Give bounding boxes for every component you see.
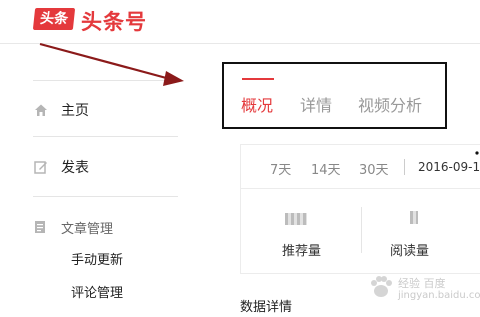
stats-panel: 7天 14天 30天 2016-09-17 推荐量 阅读量 bbox=[240, 144, 480, 274]
tab-video-analysis[interactable]: 视频分析 bbox=[358, 92, 422, 116]
date-filter-bar: 7天 14天 30天 2016-09-17 bbox=[241, 145, 480, 189]
date-picker[interactable]: 2016-09-17 bbox=[418, 160, 480, 174]
sidebar-divider bbox=[33, 136, 178, 137]
sidebar-subitem-manual-update[interactable]: 手动更新 bbox=[71, 249, 123, 268]
sidebar-item-home[interactable]: 主页 bbox=[33, 100, 89, 120]
tab-details[interactable]: 详情 bbox=[300, 92, 332, 116]
edit-icon bbox=[33, 159, 49, 175]
tabs-highlight-box: 概况 详情 视频分析 bbox=[222, 62, 447, 129]
home-icon bbox=[33, 102, 49, 118]
sidebar-divider bbox=[33, 196, 178, 197]
stat-value-blurred bbox=[285, 213, 307, 225]
watermark: 经验 百度 jingyan.baidu.com bbox=[368, 268, 480, 308]
date-option-7d[interactable]: 7天 bbox=[270, 159, 291, 178]
stat-label-recommend: 推荐量 bbox=[282, 244, 322, 259]
section-title: 数据详情 bbox=[240, 300, 293, 315]
sidebar-item-label: 主页 bbox=[61, 103, 89, 119]
sidebar-subitem-comment-manage[interactable]: 评论管理 bbox=[71, 282, 123, 301]
date-option-14d[interactable]: 14天 bbox=[311, 159, 341, 178]
sidebar-item-publish[interactable]: 发表 bbox=[33, 157, 89, 177]
stat-value-blurred bbox=[410, 211, 418, 224]
app-header: 头条 头条号 bbox=[0, 0, 480, 44]
date-option-30d[interactable]: 30天 bbox=[359, 159, 389, 178]
sidebar-item-label: 发表 bbox=[61, 160, 89, 176]
watermark-url: jingyan.baidu.com bbox=[398, 290, 480, 301]
stat-label-read: 阅读量 bbox=[390, 244, 430, 259]
active-tab-indicator bbox=[242, 78, 274, 80]
logo-badge[interactable]: 头条 bbox=[32, 8, 76, 30]
paw-icon bbox=[371, 276, 392, 297]
sidebar-group-label: 文章管理 bbox=[61, 222, 114, 237]
stat-divider bbox=[361, 207, 362, 253]
tab-overview[interactable]: 概况 bbox=[241, 92, 273, 116]
sidebar-group-articles: 文章管理 bbox=[33, 218, 113, 237]
document-icon bbox=[33, 220, 49, 236]
sidebar: 主页 发表 文章管理 手动更新 评论管理 bbox=[0, 44, 200, 317]
logo-text[interactable]: 头条号 bbox=[81, 6, 147, 36]
date-divider bbox=[404, 159, 405, 175]
sidebar-divider bbox=[33, 80, 178, 81]
watermark-text: 经验 百度 bbox=[398, 277, 446, 290]
